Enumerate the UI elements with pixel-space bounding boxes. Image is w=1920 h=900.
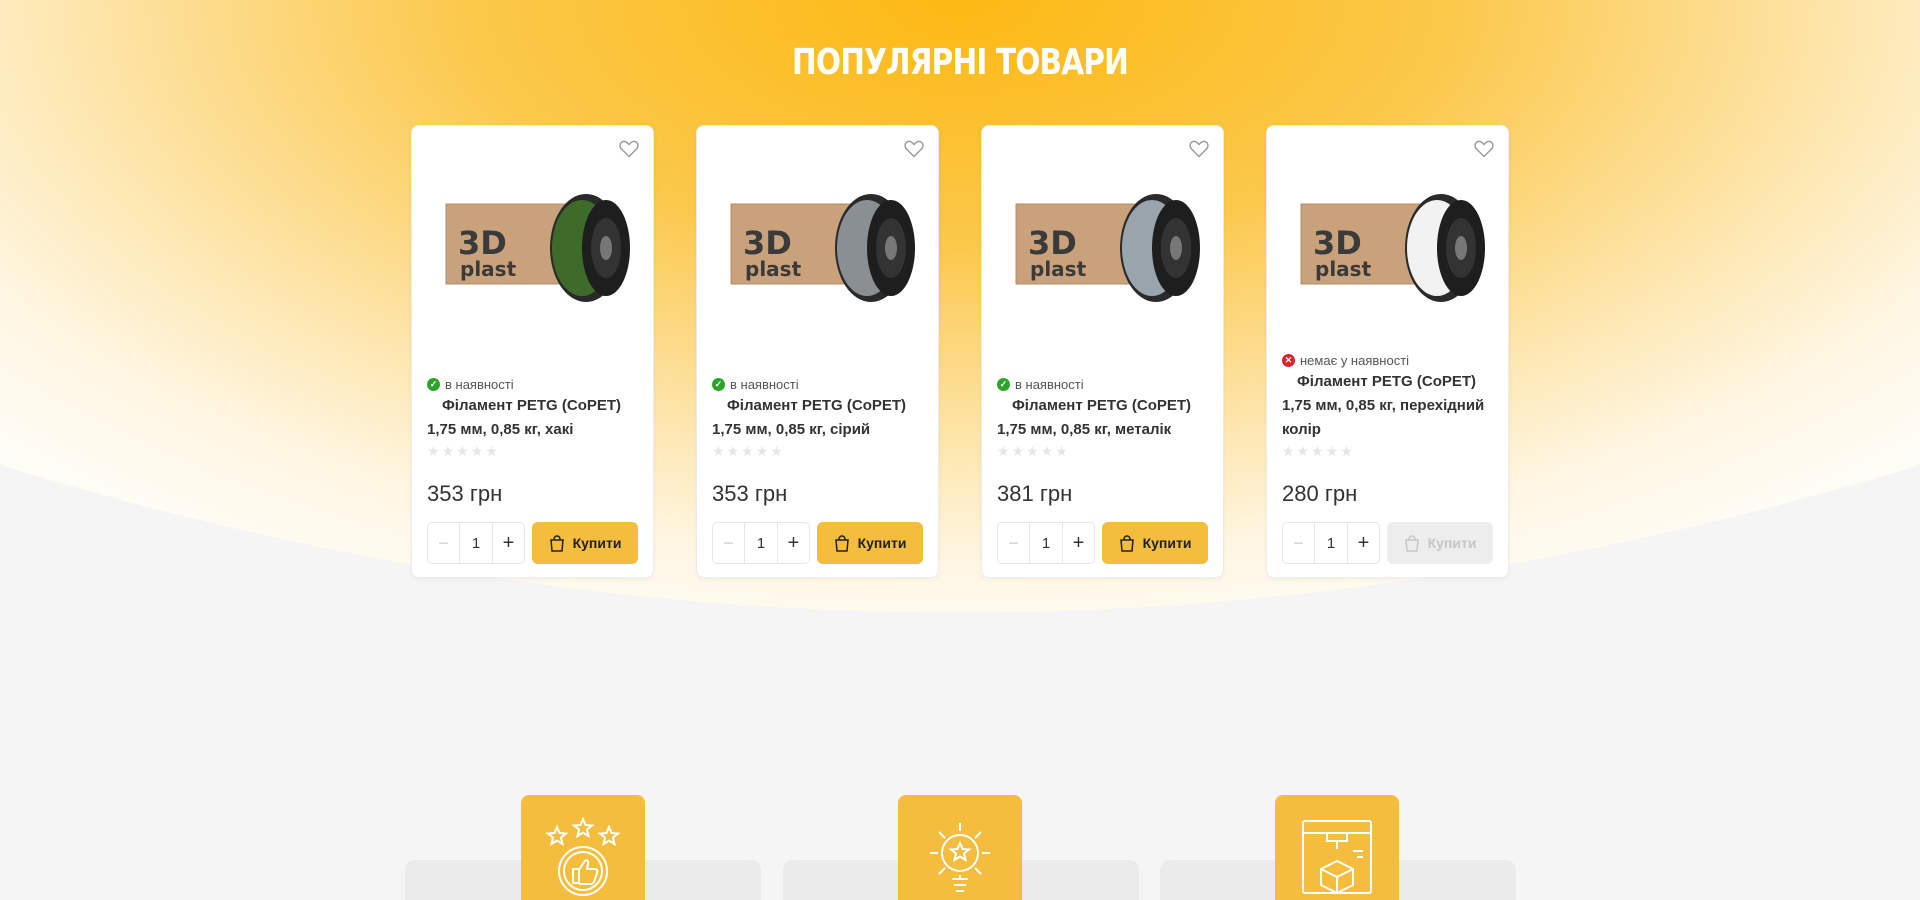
product-price: 280 грн [1282,481,1358,506]
star-icon[interactable]: ★ [1311,443,1324,460]
star-icon[interactable]: ★ [997,443,1010,460]
product-image-logo-plast: plast [745,257,802,281]
product-image[interactable]: 3D plast [721,166,915,326]
rating-stars[interactable]: ★ ★ ★ ★ ★ [712,443,783,460]
star-icon[interactable]: ★ [427,443,440,460]
star-icon[interactable]: ★ [1297,443,1310,460]
quantity-stepper: − 1 + [997,522,1095,564]
star-icon[interactable]: ★ [1026,443,1039,460]
quantity-value[interactable]: 1 [745,523,777,563]
product-list: 3D plast ✓ в наявності Філамент PETG (Co… [411,125,1509,578]
buy-button-label: Купити [572,535,622,551]
star-icon[interactable]: ★ [485,443,498,460]
star-icon[interactable]: ★ [756,443,769,460]
star-icon[interactable]: ★ [442,443,455,460]
product-name[interactable]: Філамент PETG (CoPET) 1,75 мм, 0,85 кг, … [997,394,1212,442]
rating-stars[interactable]: ★ ★ ★ ★ ★ [427,443,498,460]
product-image-logo-plast: plast [460,257,517,281]
buy-button-label: Купити [857,535,907,551]
stars-thumbs-up-icon [521,795,645,900]
buy-button-label: Купити [1427,535,1477,551]
product-card[interactable]: 3D plast ✓ в наявності Філамент PETG (Co… [411,125,654,578]
product-image-logo-plast: plast [1030,257,1087,281]
shopping-bag-icon [1119,534,1134,552]
product-name[interactable]: Філамент PETG (CoPET) 1,75 мм, 0,85 кг, … [427,394,642,442]
product-image-logo-plast: plast [1315,257,1372,281]
stock-label: в наявності [1015,377,1084,392]
star-icon[interactable]: ★ [1055,443,1068,460]
product-card[interactable]: 3D plast ✓ в наявності Філамент PETG (Co… [981,125,1224,578]
stock-status: ✓ в наявності [997,377,1084,392]
rating-stars[interactable]: ★ ★ ★ ★ ★ [1282,443,1353,460]
decrease-button[interactable]: − [428,523,460,563]
star-icon[interactable]: ★ [1282,443,1295,460]
shopping-bag-icon [1404,534,1419,552]
gear-star-bulb-icon [898,795,1022,900]
buy-button[interactable]: Купити [532,522,638,564]
product-image[interactable]: 3D plast [1291,166,1485,326]
buy-button[interactable]: Купити [1387,522,1493,564]
buy-button[interactable]: Купити [817,522,923,564]
star-icon[interactable]: ★ [741,443,754,460]
check-icon: ✓ [712,378,725,391]
star-icon[interactable]: ★ [1340,443,1353,460]
quantity-value[interactable]: 1 [460,523,492,563]
star-icon[interactable]: ★ [770,443,783,460]
star-icon[interactable]: ★ [1326,443,1339,460]
quantity-stepper: − 1 + [1282,522,1380,564]
rating-stars[interactable]: ★ ★ ★ ★ ★ [997,443,1068,460]
3d-printer-cube-icon [1275,795,1399,900]
stock-status: ✓ в наявності [712,377,799,392]
product-image[interactable]: 3D plast [436,166,630,326]
quantity-stepper: − 1 + [712,522,810,564]
buy-button[interactable]: Купити [1102,522,1208,564]
star-icon[interactable]: ★ [1012,443,1025,460]
product-price: 353 грн [427,481,503,506]
wishlist-heart-icon[interactable] [1474,140,1494,158]
star-icon[interactable]: ★ [727,443,740,460]
star-icon[interactable]: ★ [1041,443,1054,460]
product-image[interactable]: 3D plast [1006,166,1200,326]
product-name[interactable]: Філамент PETG (CoPET) 1,75 мм, 0,85 кг, … [712,394,927,442]
quantity-value[interactable]: 1 [1315,523,1347,563]
decrease-button[interactable]: − [998,523,1030,563]
stock-label: немає у наявності [1300,353,1410,368]
section-title: ПОПУЛЯРНІ ТОВАРИ [792,42,1129,83]
product-price: 381 грн [997,481,1073,506]
wishlist-heart-icon[interactable] [904,140,924,158]
increase-button[interactable]: + [492,523,524,563]
star-icon[interactable]: ★ [712,443,725,460]
increase-button[interactable]: + [777,523,809,563]
star-icon[interactable]: ★ [456,443,469,460]
stock-status: ✓ в наявності [427,377,514,392]
buy-button-label: Купити [1142,535,1192,551]
decrease-button[interactable]: − [1283,523,1315,563]
wishlist-heart-icon[interactable] [1189,140,1209,158]
check-icon: ✓ [427,378,440,391]
shopping-bag-icon [549,534,564,552]
star-icon[interactable]: ★ [471,443,484,460]
cross-icon: ✕ [1282,354,1295,367]
stock-label: в наявності [445,377,514,392]
product-card[interactable]: 3D plast ✕ немає у наявності Філамент PE… [1266,125,1509,578]
stock-label: в наявності [730,377,799,392]
product-price: 353 грн [712,481,788,506]
stock-status: ✕ немає у наявності [1282,353,1409,368]
wishlist-heart-icon[interactable] [619,140,639,158]
increase-button[interactable]: + [1347,523,1379,563]
check-icon: ✓ [997,378,1010,391]
quantity-value[interactable]: 1 [1030,523,1062,563]
shopping-bag-icon [834,534,849,552]
decrease-button[interactable]: − [713,523,745,563]
increase-button[interactable]: + [1062,523,1094,563]
product-card[interactable]: 3D plast ✓ в наявності Філамент PETG (Co… [696,125,939,578]
quantity-stepper: − 1 + [427,522,525,564]
product-name[interactable]: Філамент PETG (CoPET) 1,75 мм, 0,85 кг, … [1282,370,1497,442]
